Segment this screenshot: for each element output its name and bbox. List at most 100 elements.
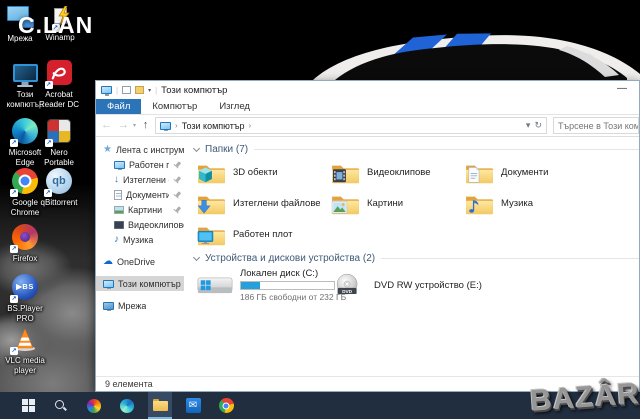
- breadcrumb-this-pc-icon: [160, 121, 172, 131]
- address-bar: ← → ▾ ↑ › Този компютър › ▾ ↻: [96, 115, 639, 137]
- taskbar-color-wheel-app[interactable]: [82, 392, 106, 419]
- pin-icon: [171, 204, 182, 215]
- onedrive-cloud-icon: ☁: [103, 255, 113, 267]
- ribbon-tabs: Файл Компютър Изглед: [96, 99, 639, 115]
- taskbar-edge[interactable]: [115, 392, 139, 419]
- pin-icon: [171, 159, 182, 170]
- desktop-icon-qbittorrent[interactable]: qb ↗ qBittorrent: [36, 166, 82, 208]
- shortcut-arrow-icon: ↗: [10, 245, 18, 253]
- desktop-icon-acrobat[interactable]: ↗ Acrobat Reader DC: [36, 58, 82, 109]
- nav-quick-access[interactable]: ★ Лента с инструменти: [96, 142, 184, 157]
- this-pc-icon: [103, 279, 114, 289]
- disk-usage-fill: [241, 282, 260, 289]
- folder-tile-documents[interactable]: Документи: [464, 158, 598, 187]
- minimize-button[interactable]: —: [607, 81, 637, 98]
- shortcut-arrow-icon: ↗: [45, 139, 53, 147]
- svg-text:DVD: DVD: [342, 288, 353, 294]
- history-dropdown-icon[interactable]: ▾: [133, 122, 136, 129]
- folder-tile-music[interactable]: Музика: [464, 189, 598, 218]
- tab-file[interactable]: Файл: [96, 99, 142, 114]
- desktop-icon-vlc[interactable]: ↗ VLC media player: [2, 324, 48, 375]
- folder-music-icon: [464, 192, 494, 216]
- nav-videos[interactable]: Видеоклипове: [96, 217, 184, 232]
- collapse-chevron-icon[interactable]: [192, 253, 201, 262]
- folder-tile-videos[interactable]: Видеоклипове: [330, 158, 464, 187]
- taskbar-mail[interactable]: ✉: [181, 392, 205, 419]
- color-wheel-app-icon: [87, 398, 101, 413]
- documents-page-icon: [114, 189, 122, 200]
- file-explorer-icon: [152, 398, 168, 411]
- shortcut-arrow-icon: ↗: [10, 139, 18, 147]
- nav-music[interactable]: ♪ Музика: [96, 232, 184, 247]
- local-disk-icon: [196, 272, 234, 299]
- start-button[interactable]: [16, 392, 40, 419]
- desktop-icon-bsplayer[interactable]: ▶BS ↗ BS.Player PRO: [2, 272, 48, 323]
- address-dropdown-icon[interactable]: ▾: [526, 120, 531, 131]
- folder-tile-pictures[interactable]: Картини: [330, 189, 464, 218]
- network-icon: [103, 301, 114, 311]
- back-button[interactable]: ←: [99, 120, 114, 131]
- search-box[interactable]: [553, 117, 639, 134]
- qat-dropdown-icon[interactable]: ▾: [148, 87, 151, 94]
- tab-computer[interactable]: Компютър: [141, 99, 208, 114]
- nav-downloads[interactable]: ↓ Изтеглени файлове: [96, 172, 184, 187]
- pin-icon: [171, 189, 182, 200]
- desktop-icon: [114, 160, 125, 170]
- shortcut-arrow-icon: ↗: [10, 295, 18, 303]
- address-box[interactable]: › Този компютър › ▾ ↻: [155, 117, 547, 134]
- chrome-icon: [218, 398, 234, 413]
- folder-tile-desktop[interactable]: Работен плот: [196, 220, 330, 249]
- music-note-icon: ♪: [114, 233, 119, 245]
- pictures-icon: [114, 205, 124, 214]
- search-icon: [55, 399, 67, 412]
- folder-tile-3d-objects[interactable]: 3D обекти: [196, 158, 330, 187]
- mail-icon: ✉: [185, 398, 201, 413]
- shortcut-arrow-icon: ↗: [10, 347, 18, 355]
- dvd-drive-tile[interactable]: DVD DVD RW устройство (E:): [330, 268, 530, 302]
- taskbar-search-button[interactable]: [49, 392, 73, 419]
- shortcut-arrow-icon: ↗: [44, 189, 52, 197]
- devices-group-header[interactable]: Устройства и дискови устройства (2): [192, 253, 639, 264]
- window-this-pc-icon: [101, 86, 112, 96]
- desktop[interactable]: Мрежа ↗ Winamp C.LAN Този компютър ↗ Mic…: [0, 0, 640, 419]
- breadcrumb[interactable]: Този компютър: [182, 121, 245, 131]
- nav-desktop[interactable]: Работен плот: [96, 157, 184, 172]
- edge-icon: [120, 398, 134, 413]
- navigation-pane: ★ Лента с инструменти Работен плот ↓ Изт…: [96, 137, 184, 376]
- collapse-chevron-icon[interactable]: [192, 144, 201, 153]
- shortcut-arrow-icon: ↗: [44, 81, 53, 89]
- nav-documents[interactable]: Документи: [96, 187, 184, 202]
- qat-new-folder-icon[interactable]: [135, 86, 145, 94]
- content-pane[interactable]: Папки (7) 3D обекти Видеоклипове Докумен…: [184, 137, 639, 376]
- tab-view[interactable]: Изглед: [208, 99, 261, 114]
- dvd-drive-icon: DVD: [330, 272, 368, 294]
- pin-icon: [171, 174, 182, 185]
- disk-usage-bar: [240, 281, 335, 290]
- shortcut-arrow-icon: ↗: [10, 189, 18, 197]
- folders-group-header[interactable]: Папки (7): [192, 144, 639, 155]
- nav-pictures[interactable]: Картини: [96, 202, 184, 217]
- taskbar-chrome[interactable]: [214, 392, 238, 419]
- folder-documents-icon: [464, 161, 494, 185]
- downloads-arrow-icon: ↓: [114, 173, 119, 185]
- folder-desktop-icon: [196, 223, 226, 247]
- forward-button[interactable]: →: [116, 120, 131, 131]
- folder-tile-downloads[interactable]: Изтеглени файлове: [196, 189, 330, 218]
- taskbar-file-explorer[interactable]: [148, 392, 172, 419]
- desktop-icon-firefox[interactable]: ↗ Firefox: [2, 222, 48, 264]
- desktop-icon-nero[interactable]: ↗ Nero Portable: [36, 116, 82, 167]
- refresh-icon[interactable]: ↻: [534, 120, 542, 131]
- car-wallpaper: [295, 0, 640, 80]
- quick-access-star-icon: ★: [103, 143, 112, 155]
- up-button[interactable]: ↑: [138, 120, 153, 131]
- search-input[interactable]: [554, 120, 638, 131]
- nav-network[interactable]: Мрежа: [96, 298, 184, 313]
- file-explorer-window: | ▾ | Този компютър — Файл Компютър Изгл…: [95, 80, 640, 392]
- drive-c-tile[interactable]: Локален диск (C:) 186 ГБ свободни от 232…: [196, 268, 346, 302]
- folder-downloads-icon: [196, 192, 226, 216]
- title-bar[interactable]: | ▾ | Този компютър —: [96, 81, 639, 99]
- window-title: Този компютър: [161, 84, 228, 96]
- qat-properties-icon[interactable]: [122, 86, 132, 94]
- nav-onedrive[interactable]: ☁ OneDrive: [96, 254, 184, 269]
- nav-this-pc[interactable]: Този компютър: [96, 276, 184, 291]
